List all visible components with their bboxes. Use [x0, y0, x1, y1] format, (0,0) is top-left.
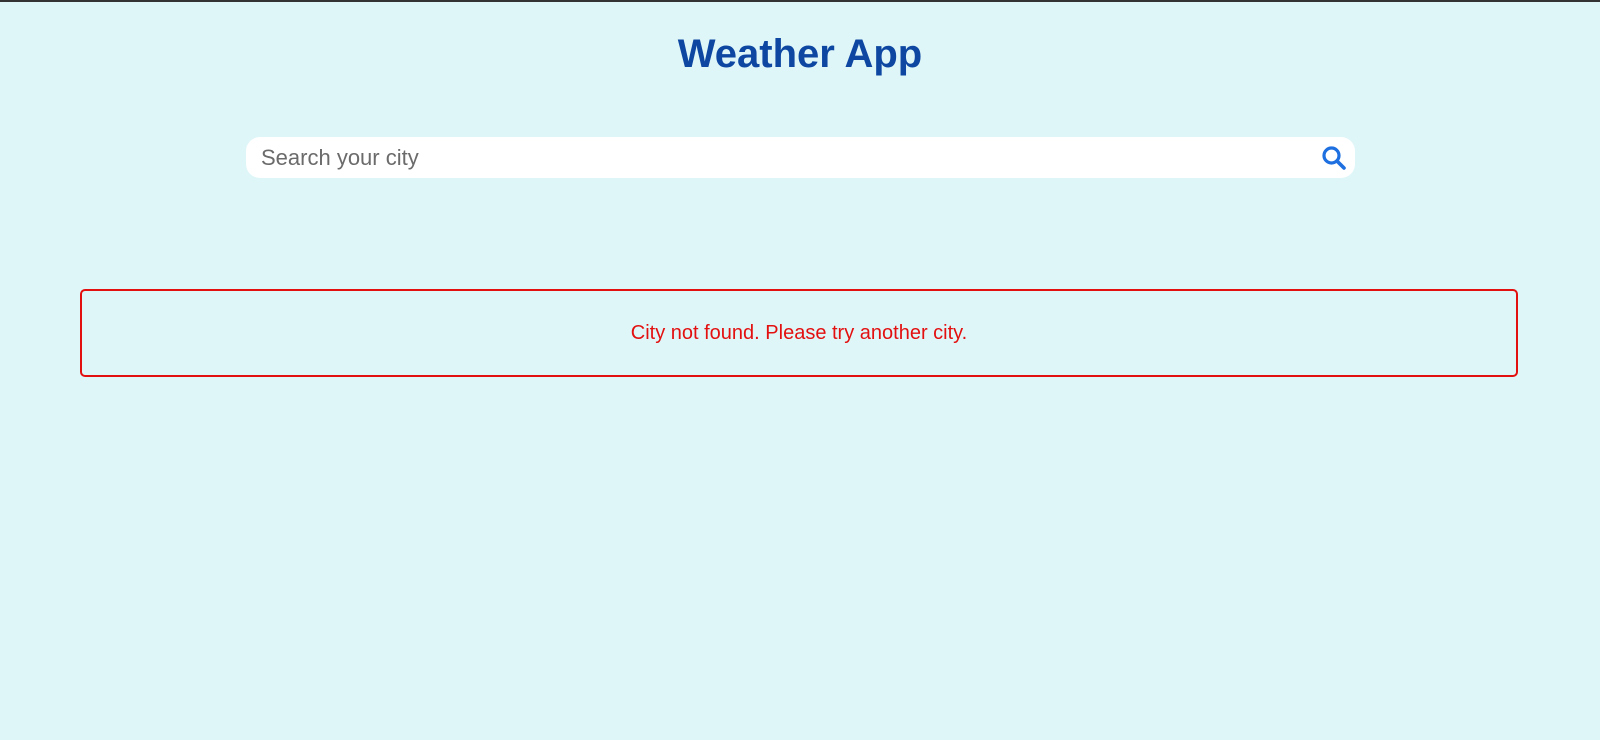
page-title: Weather App	[677, 32, 923, 76]
search-icon	[1322, 146, 1346, 170]
search-bar	[246, 137, 1355, 178]
search-button[interactable]	[1319, 143, 1349, 173]
top-border	[0, 0, 1600, 2]
search-input[interactable]	[261, 137, 1301, 178]
error-message: City not found. Please try another city.	[630, 321, 968, 344]
error-box: City not found. Please try another city.	[80, 289, 1518, 377]
